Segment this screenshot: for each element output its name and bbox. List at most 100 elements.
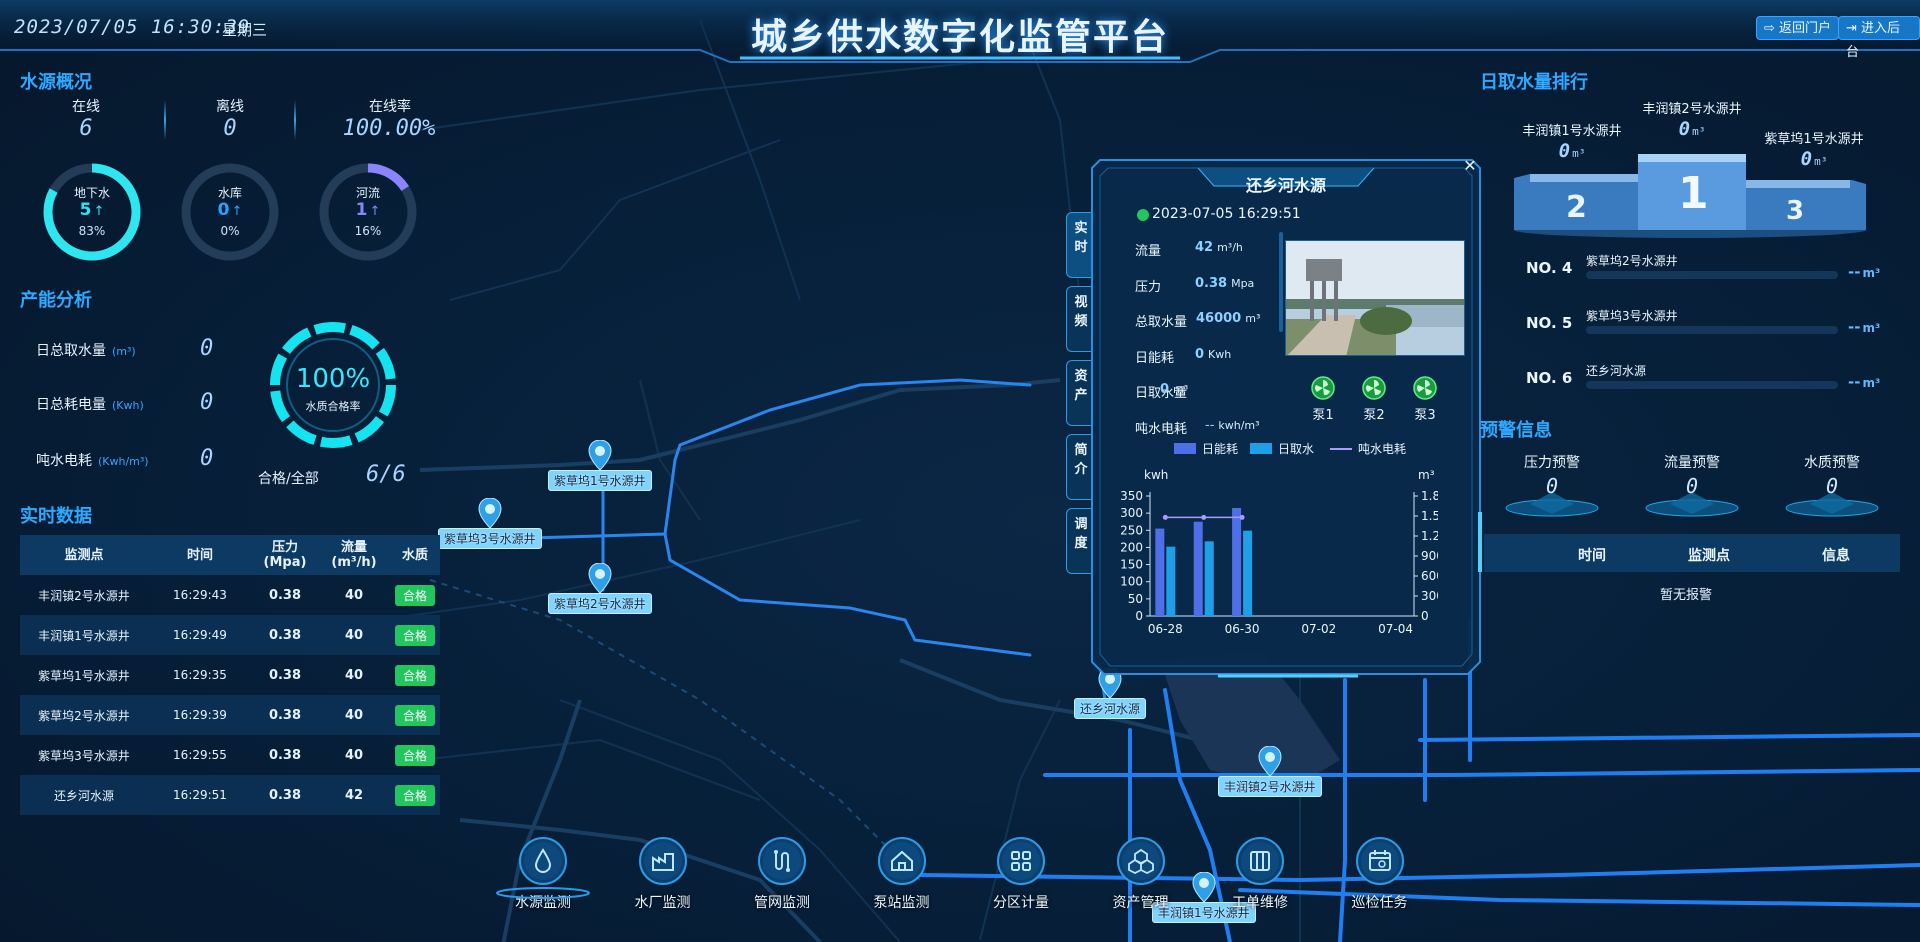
warning-col-point: 监测点 xyxy=(1688,548,1730,564)
warning-counter[interactable]: 水质预警 0 xyxy=(1772,452,1892,522)
water-drop-icon xyxy=(519,837,567,885)
y-tick-label-left: 350 xyxy=(1120,489,1143,503)
y-tick-label-right: 300 xyxy=(1421,589,1438,603)
bar-daily-intake[interactable] xyxy=(1166,546,1176,616)
ton-power-unit: (Kwh/m³) xyxy=(98,455,149,468)
map-pin[interactable]: 紫草坞1号水源井 xyxy=(548,440,652,491)
table-cell: 紫草坞1号水源井 xyxy=(38,668,130,683)
nav-label: 水厂监测 xyxy=(634,895,691,911)
nav-item[interactable]: 水源监测 xyxy=(488,836,598,912)
fan-icon xyxy=(1362,376,1386,400)
bar-daily-energy[interactable] xyxy=(1155,528,1165,616)
up-arrow-icon: ↑ xyxy=(231,204,243,219)
capacity-title: 产能分析 xyxy=(20,290,92,311)
map-pin-label: 紫草坞2号水源井 xyxy=(548,593,652,614)
warning-counter[interactable]: 压力预警 0 xyxy=(1492,452,1612,522)
podium-3-value: 0 m³ xyxy=(1734,148,1894,170)
metric-value: 0 Kwh xyxy=(1195,346,1232,362)
quality-rate-value: 100% xyxy=(295,364,371,394)
nav-item[interactable]: 管网监测 xyxy=(727,836,837,912)
table-cell: 0.38 xyxy=(252,775,318,815)
source-ring[interactable]: 水库 0 ↑ 0% xyxy=(178,160,282,264)
quality-badge: 合格 xyxy=(394,744,435,766)
station-photo[interactable] xyxy=(1285,240,1465,356)
map-pin[interactable]: 紫草坞3号水源井 xyxy=(438,498,542,549)
rank-value: -- m³ xyxy=(1848,373,1881,391)
daily-power-label: 日总耗电量 (Kwh) xyxy=(36,394,144,414)
ring-count: 5 ↑ xyxy=(79,200,105,220)
table-cell: 16:29:43 xyxy=(173,588,227,602)
realtime-title: 实时数据 xyxy=(20,506,92,527)
x-tick-label: 06-28 xyxy=(1148,622,1183,636)
nav-label: 工单维修 xyxy=(1232,895,1288,911)
pump-status[interactable]: 泵3 xyxy=(1405,376,1445,423)
source-ring[interactable]: 河流 1 ↑ 16% xyxy=(316,160,420,264)
map-pin-label: 丰润镇2号水源井 xyxy=(1218,776,1322,797)
metric-unit: kwh/m³ xyxy=(1218,418,1260,432)
table-cell: 合格 xyxy=(390,735,440,775)
enter-backend-button[interactable]: ⇥ 进入后台 xyxy=(1838,16,1920,60)
ring-label: 地下水 xyxy=(73,186,110,200)
table-cell: 合格 xyxy=(390,575,440,615)
table-row[interactable]: 紫草坞3号水源井 16:29:55 0.38 40 合格 xyxy=(20,735,440,775)
water-overview-title: 水源概况 xyxy=(20,72,92,93)
x-tick-label: 07-02 xyxy=(1301,622,1336,636)
map-pin[interactable]: 紫草坞2号水源井 xyxy=(548,563,652,614)
rank-number: NO. 6 xyxy=(1526,369,1573,387)
bar-daily-intake[interactable] xyxy=(1204,541,1214,616)
divider xyxy=(294,100,296,140)
warning-label: 水质预警 xyxy=(1804,455,1860,471)
metric-value: -- kwh/m³ xyxy=(1205,417,1260,433)
table-cell: 合格 xyxy=(390,695,440,735)
nav-item[interactable]: 巡检任务 xyxy=(1325,836,1435,912)
table-row[interactable]: 紫草坞2号水源井 16:29:39 0.38 40 合格 xyxy=(20,695,440,735)
daily-power-value: 0 xyxy=(200,390,214,415)
y-tick-label-left: 250 xyxy=(1120,523,1143,537)
line-point[interactable] xyxy=(1162,514,1168,520)
grid-icon xyxy=(997,837,1045,885)
bar-daily-energy[interactable] xyxy=(1232,508,1242,616)
legend-daily-intake: 日取水 xyxy=(1250,440,1314,457)
rank-unit: m³ xyxy=(1862,376,1881,390)
ring-percent: 83% xyxy=(78,224,106,238)
podium-2-value: 0 m³ xyxy=(1492,140,1652,162)
ton-power-label: 吨水电耗 (Kwh/m³) xyxy=(36,450,149,470)
metrics-scrollbar[interactable] xyxy=(1279,232,1283,332)
nav-item[interactable]: 泵站监测 xyxy=(847,836,957,912)
table-row[interactable]: 丰润镇1号水源井 16:29:49 0.38 40 合格 xyxy=(20,615,440,655)
table-cell: 紫草坞2号水源井 xyxy=(20,695,148,735)
nav-item[interactable]: 水厂监测 xyxy=(608,836,718,912)
table-cell: 40 xyxy=(318,615,390,655)
warning-col-time: 时间 xyxy=(1578,548,1606,564)
return-portal-button[interactable]: ⇨ 返回门户 xyxy=(1756,16,1840,40)
pump-status[interactable]: 泵2 xyxy=(1354,376,1394,423)
source-ring[interactable]: 地下水 5 ↑ 83% xyxy=(40,160,144,264)
bar-daily-intake[interactable] xyxy=(1243,530,1253,616)
realtime-table-body: 丰润镇2号水源井 16:29:43 0.38 40 合格 丰润镇1号水源井 16:29:49… xyxy=(20,575,440,815)
popup-close-button[interactable]: ✕ xyxy=(1460,156,1480,176)
line-point[interactable] xyxy=(1201,514,1207,520)
warning-title: 预警信息 xyxy=(1480,420,1552,441)
warning-counter[interactable]: 流量预警 0 xyxy=(1632,452,1752,522)
metric-unit: m³ xyxy=(1173,383,1189,396)
nav-item[interactable]: 分区计量 xyxy=(966,836,1076,912)
nav-label: 巡检任务 xyxy=(1351,895,1408,911)
pump-station-icon xyxy=(877,837,926,885)
nav-label: 分区计量 xyxy=(993,895,1049,911)
map-pin-icon xyxy=(588,563,612,593)
map-pin[interactable]: 丰润镇2号水源井 xyxy=(1218,746,1322,797)
nav-item[interactable]: 工单维修 xyxy=(1205,836,1315,912)
table-row[interactable]: 丰润镇2号水源井 16:29:43 0.38 40 合格 xyxy=(20,575,440,615)
y-tick-label-right: 600 xyxy=(1421,569,1438,583)
pass-all-value: 6/6 xyxy=(366,462,406,487)
table-row[interactable]: 还乡河水源 16:29:51 0.38 42 合格 xyxy=(20,775,440,815)
nav-item[interactable]: 资产管理 xyxy=(1086,836,1196,912)
table-row[interactable]: 紫草坞1号水源井 16:29:35 0.38 40 合格 xyxy=(20,655,440,695)
bar-daily-energy[interactable] xyxy=(1193,521,1203,616)
table-cell: 紫草坞3号水源井 xyxy=(38,748,130,763)
ranking-title: 日取水量排行 xyxy=(1480,72,1588,93)
line-point[interactable] xyxy=(1239,514,1245,520)
legend-label: 日取水 xyxy=(1278,442,1315,456)
return-portal-label: 返回门户 xyxy=(1779,21,1832,36)
pump-status[interactable]: 泵1 xyxy=(1303,376,1343,423)
